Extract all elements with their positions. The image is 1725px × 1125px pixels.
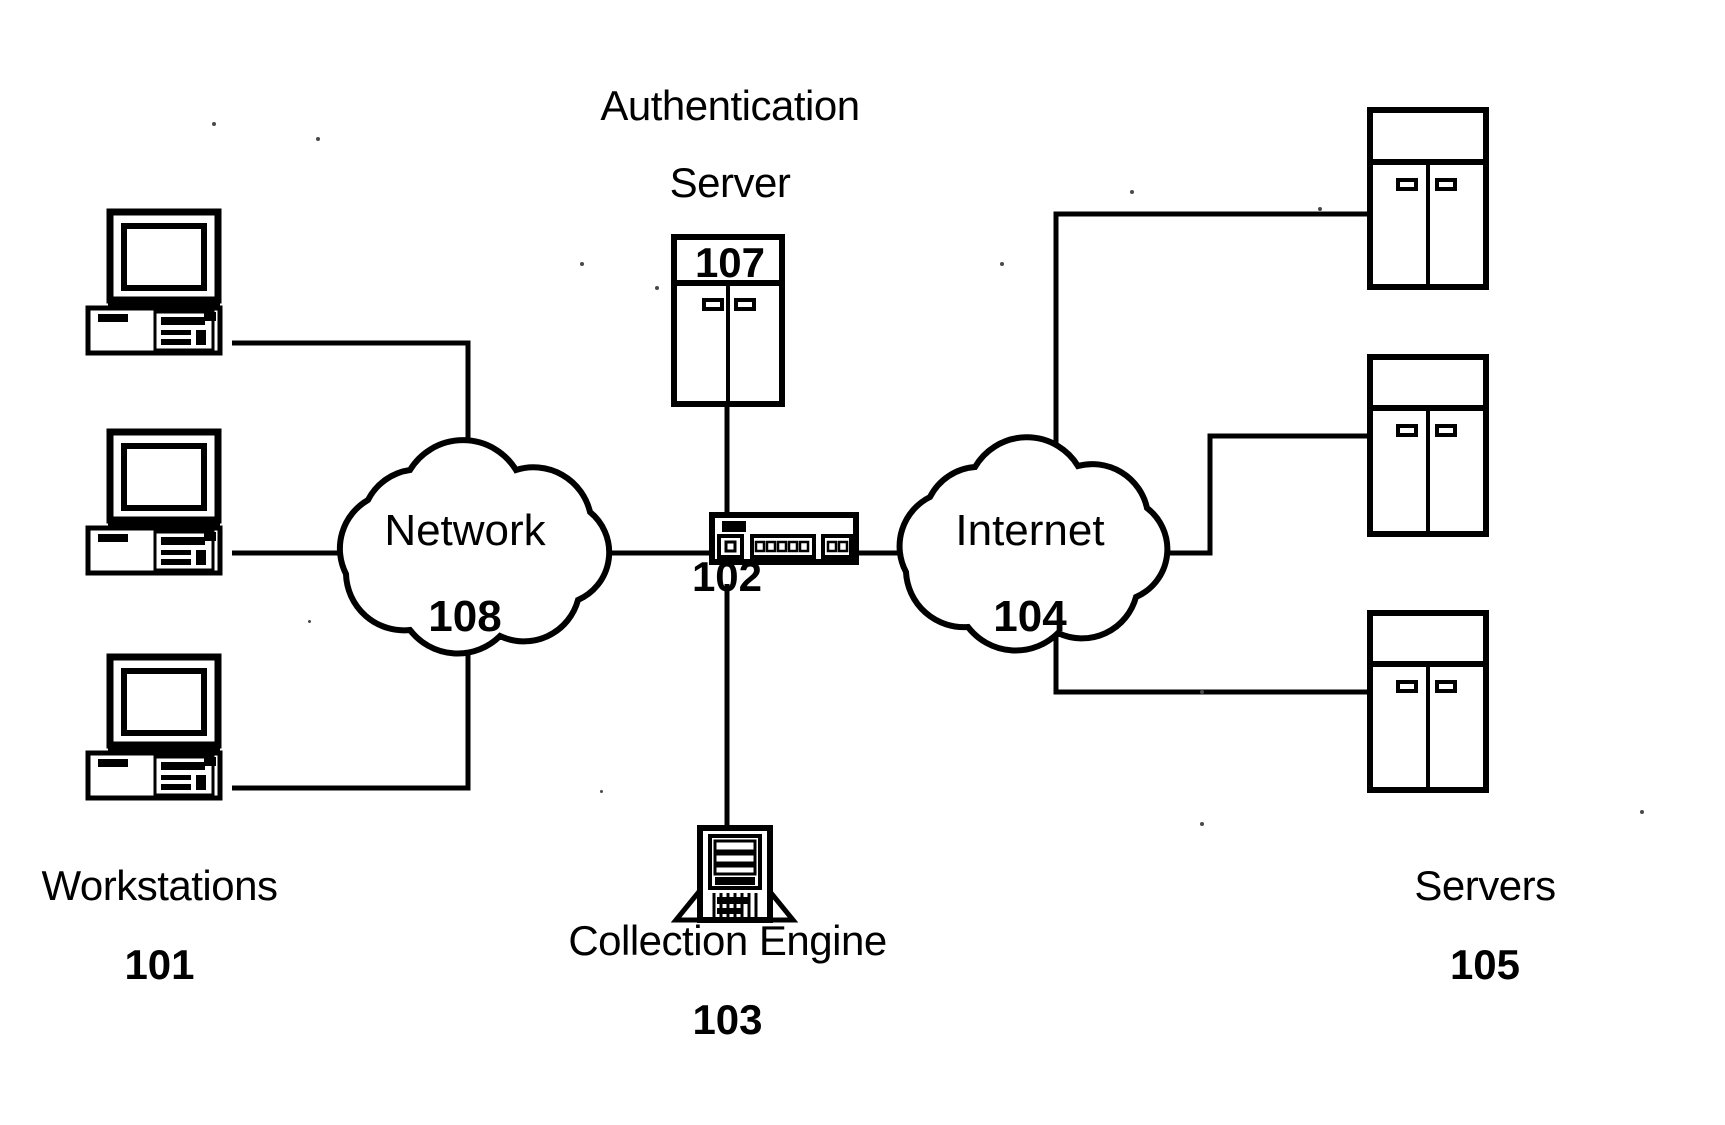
workstations-name: Workstations bbox=[41, 861, 278, 909]
network-cloud-name: Network bbox=[384, 505, 546, 555]
scan-speck bbox=[600, 790, 603, 793]
auth-server-number: 107 bbox=[694, 238, 766, 286]
network-cloud-label: Network 108 bbox=[320, 472, 610, 675]
collection-engine-label: Collection Engine 103 bbox=[485, 885, 970, 1076]
scan-speck bbox=[1318, 207, 1322, 211]
workstation-3[interactable] bbox=[85, 653, 223, 801]
servers-name: Servers bbox=[1414, 861, 1556, 909]
scan-speck bbox=[1000, 262, 1004, 266]
server-tower-2[interactable] bbox=[1367, 354, 1489, 537]
auth-server-label-line2: Server bbox=[669, 159, 791, 207]
auth-server-label: Authentication Server 107 bbox=[505, 50, 955, 319]
scan-speck bbox=[655, 286, 659, 290]
hub-number-label: 102 bbox=[691, 553, 763, 600]
scan-speck bbox=[308, 620, 311, 623]
network-cloud-number: 108 bbox=[428, 591, 502, 641]
internet-cloud-label: Internet 104 bbox=[885, 472, 1175, 675]
servers-label: Servers 105 bbox=[1340, 830, 1630, 1021]
auth-server-label-line1: Authentication bbox=[600, 81, 860, 129]
scan-speck bbox=[212, 122, 216, 126]
link-internet-server1 bbox=[1053, 211, 1370, 505]
scan-speck bbox=[1200, 690, 1204, 694]
workstation-2[interactable] bbox=[85, 428, 223, 576]
scan-speck bbox=[316, 137, 320, 141]
scan-speck bbox=[1200, 822, 1204, 826]
workstation-1[interactable] bbox=[85, 208, 223, 356]
workstations-label: Workstations 101 bbox=[12, 830, 307, 1021]
server-tower-1[interactable] bbox=[1367, 107, 1489, 290]
workstations-number: 101 bbox=[124, 941, 195, 989]
servers-number: 105 bbox=[1449, 941, 1521, 989]
internet-cloud-number: 104 bbox=[993, 591, 1067, 641]
diagram-canvas: Authentication Server 107 Network 108 In… bbox=[0, 0, 1725, 1125]
scan-speck bbox=[1130, 190, 1134, 194]
internet-cloud-name: Internet bbox=[955, 505, 1105, 555]
collection-engine-name: Collection Engine bbox=[568, 916, 887, 964]
server-tower-3[interactable] bbox=[1367, 610, 1489, 793]
scan-speck bbox=[1640, 810, 1644, 814]
scan-speck bbox=[580, 262, 584, 266]
collection-engine-number: 103 bbox=[692, 996, 763, 1044]
